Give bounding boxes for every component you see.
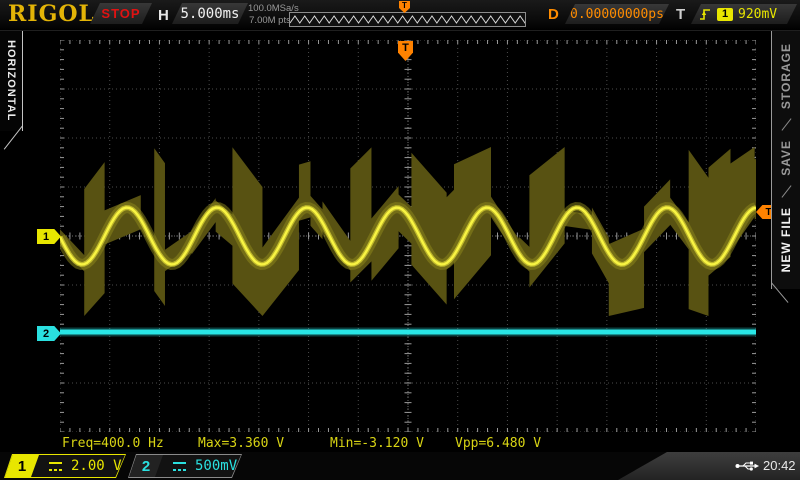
channel1-scale: 2.00 V <box>71 458 122 474</box>
right-menu-tabs: STORAGE SAVE NEW FILE <box>771 31 800 289</box>
brand-logo: RIGOL <box>8 1 95 27</box>
dc-coupling-icon <box>173 462 186 471</box>
channel2-control[interactable]: 2 500mV <box>128 454 242 478</box>
waveform-display-area <box>60 40 756 432</box>
sample-rate: 100.0MSa/s <box>248 3 292 15</box>
usb-icon <box>735 460 759 472</box>
timebase-panel: 5.000ms <box>172 3 248 24</box>
preview-waveform <box>290 13 525 26</box>
channel1-badge: 1 <box>5 455 39 477</box>
tab-new-file[interactable]: NEW FILE <box>779 207 793 272</box>
tab-storage[interactable]: STORAGE <box>779 43 793 109</box>
trigger-level-value: 920mV <box>738 7 777 22</box>
tab-save[interactable]: SAVE <box>779 140 793 176</box>
measurement-max: Max=3.360 V <box>198 436 284 451</box>
delay-panel: 0.00000000ps <box>565 4 669 24</box>
oscilloscope-screen: RIGOL STOP H 5.000ms 100.0MSa/s 7.00M pt… <box>0 0 800 480</box>
horizontal-menu-label: HORIZONTAL <box>5 40 17 121</box>
trigger-source-badge: 1 <box>717 8 733 21</box>
scope-canvas <box>60 40 756 432</box>
edge-trigger-icon <box>699 7 711 21</box>
channel2-scale: 500mV <box>195 458 237 474</box>
run-state-label: STOP <box>101 6 140 21</box>
run-state-panel: STOP <box>90 3 152 24</box>
ch2-offset-marker[interactable]: 2 <box>37 326 61 341</box>
tab-separator <box>781 118 791 130</box>
ch1-offset-marker[interactable]: 1 <box>37 229 61 244</box>
dc-coupling-icon <box>49 462 62 471</box>
trigger-info-panel: 1 920mV <box>691 4 797 24</box>
measurement-freq: Freq=400.0 Hz <box>62 436 164 451</box>
timebase-value: 5.000ms <box>180 6 239 22</box>
trigger-prefix-label: T <box>676 6 685 23</box>
status-panel: 20:42 <box>610 452 800 480</box>
channel1-control[interactable]: 1 2.00 V <box>4 454 126 478</box>
tab-separator <box>781 185 791 197</box>
delay-prefix-label: D <box>548 6 559 23</box>
clock: 20:42 <box>763 458 796 473</box>
acquisition-info: 100.0MSa/s 7.00M pts <box>248 3 292 27</box>
measurement-vpp: Vpp=6.480 V <box>455 436 541 451</box>
horizontal-menu-tab[interactable]: HORIZONTAL <box>0 31 23 131</box>
delay-value: 0.00000000ps <box>570 7 664 22</box>
bottom-status-bar: 1 2.00 V 2 500mV 20:42 <box>0 452 800 480</box>
memory-depth: 7.00M pts <box>248 15 292 27</box>
top-status-bar: RIGOL STOP H 5.000ms 100.0MSa/s 7.00M pt… <box>0 0 800 31</box>
channel2-badge: 2 <box>129 455 163 477</box>
horizontal-prefix-label: H <box>158 7 169 24</box>
memory-preview-strip <box>289 12 526 27</box>
measurement-min: Min=-3.120 V <box>330 436 424 451</box>
